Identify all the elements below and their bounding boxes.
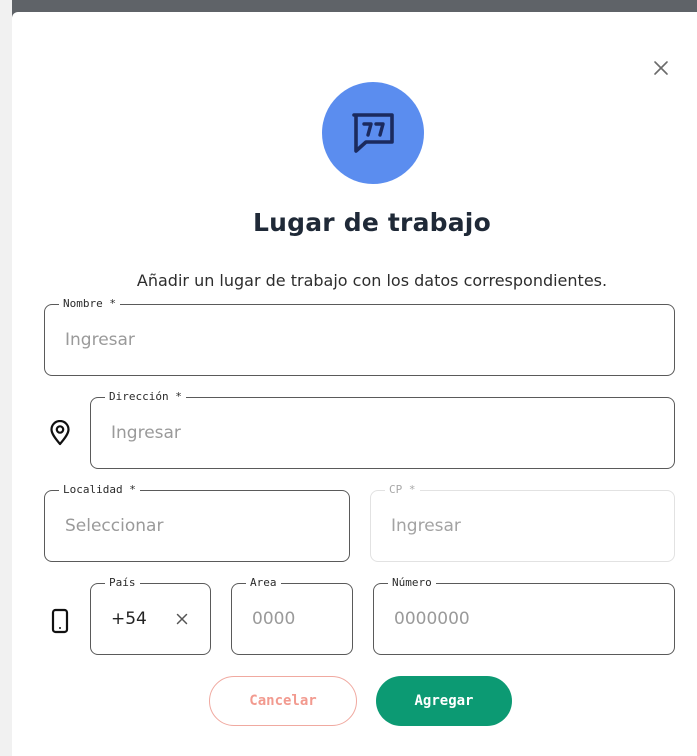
- cp-field: CP *: [370, 482, 675, 562]
- chat-quote-icon-badge: [322, 82, 424, 184]
- clear-pais-button[interactable]: [172, 584, 192, 654]
- pais-value[interactable]: +54: [111, 584, 147, 654]
- workplace-dialog: Lugar de trabajo Añadir un lugar de trab…: [12, 12, 697, 756]
- area-input[interactable]: [232, 584, 352, 654]
- nombre-input[interactable]: [45, 305, 674, 375]
- add-button[interactable]: Agregar: [376, 676, 512, 726]
- chat-quote-icon: [352, 113, 394, 153]
- nombre-field: Nombre *: [44, 296, 675, 376]
- dialog-title: Lugar de trabajo: [253, 208, 491, 237]
- dialog-subtitle: Añadir un lugar de trabajo con los datos…: [136, 271, 608, 290]
- area-field: Area: [231, 575, 353, 655]
- mobile-phone-icon: [48, 606, 72, 636]
- localidad-select[interactable]: Seleccionar: [65, 491, 163, 561]
- location-pin-icon: [46, 419, 74, 447]
- direccion-input[interactable]: [91, 398, 674, 468]
- cancel-button[interactable]: Cancelar: [209, 676, 357, 726]
- numero-field: Número: [373, 575, 675, 655]
- pais-field[interactable]: País +54: [90, 575, 211, 655]
- cp-input[interactable]: [371, 491, 674, 561]
- localidad-field[interactable]: Localidad * Seleccionar: [44, 482, 350, 562]
- page-backdrop: [0, 0, 12, 756]
- numero-input[interactable]: [374, 584, 674, 654]
- close-button[interactable]: [650, 57, 672, 79]
- direccion-field: Dirección *: [90, 389, 675, 469]
- close-icon: [654, 61, 668, 75]
- clear-icon: [176, 613, 188, 625]
